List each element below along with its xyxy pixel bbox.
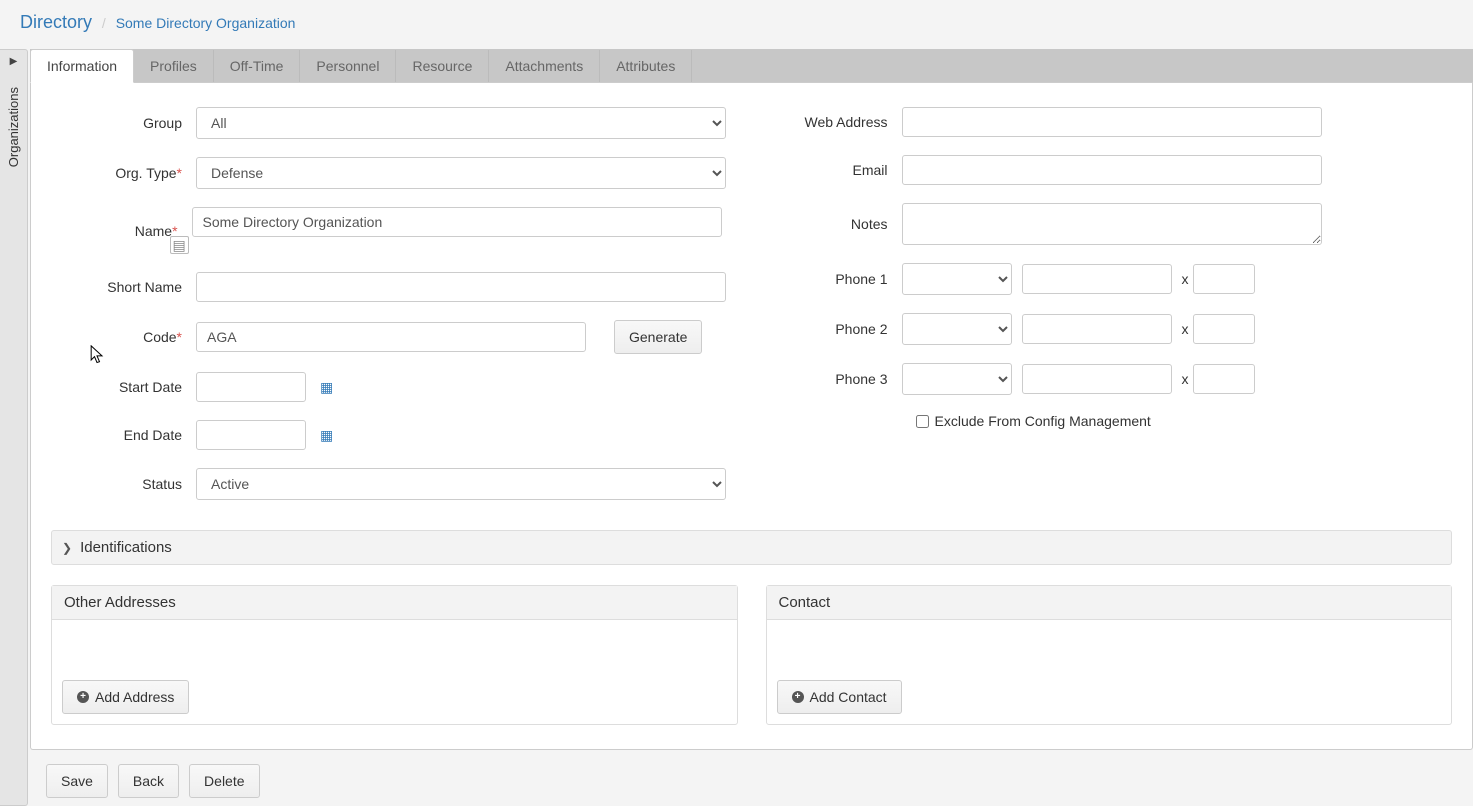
save-button[interactable]: Save xyxy=(46,764,108,798)
startdate-label: Start Date xyxy=(51,379,196,395)
phone1-label: Phone 1 xyxy=(772,271,902,287)
orgtype-label: Org. Type* xyxy=(51,165,196,181)
web-label: Web Address xyxy=(772,114,902,130)
enddate-field[interactable] xyxy=(196,420,306,450)
breadcrumb-directory-link[interactable]: Directory xyxy=(20,12,92,32)
shortname-label: Short Name xyxy=(51,279,196,295)
phone1-ext-label: x xyxy=(1182,271,1189,287)
plus-icon: + xyxy=(77,691,89,703)
tab-resource[interactable]: Resource xyxy=(396,50,489,82)
tab-attributes[interactable]: Attributes xyxy=(600,50,692,82)
chevron-right-icon: ❯ xyxy=(62,541,72,555)
enddate-label: End Date xyxy=(51,427,196,443)
shortname-field[interactable] xyxy=(196,272,726,302)
phone1-type-select[interactable] xyxy=(902,263,1012,295)
web-field[interactable] xyxy=(902,107,1322,137)
status-select[interactable]: Active xyxy=(196,468,726,500)
phone2-number-field[interactable] xyxy=(1022,314,1172,344)
breadcrumb: Directory / Some Directory Organization xyxy=(0,0,1473,49)
add-address-button[interactable]: + Add Address xyxy=(62,680,189,714)
startdate-field[interactable] xyxy=(196,372,306,402)
orgtype-select[interactable]: Defense xyxy=(196,157,726,189)
phone1-ext-field[interactable] xyxy=(1193,264,1255,294)
phone1-number-field[interactable] xyxy=(1022,264,1172,294)
tab-profiles[interactable]: Profiles xyxy=(134,50,214,82)
contact-panel: Contact + Add Contact xyxy=(766,585,1453,725)
phone2-ext-label: x xyxy=(1182,321,1189,337)
phone2-type-select[interactable] xyxy=(902,313,1012,345)
breadcrumb-separator: / xyxy=(102,15,106,31)
tab-panel-information: Group All Org. Type* Defense Name* xyxy=(30,83,1473,750)
calendar-icon[interactable]: ▦ xyxy=(320,427,333,444)
plus-icon: + xyxy=(792,691,804,703)
email-field[interactable] xyxy=(902,155,1322,185)
tab-information[interactable]: Information xyxy=(30,49,134,83)
add-contact-button[interactable]: + Add Contact xyxy=(777,680,902,714)
phone2-label: Phone 2 xyxy=(772,321,902,337)
identifications-title: Identifications xyxy=(80,539,172,556)
group-label: Group xyxy=(51,115,196,131)
notes-label: Notes xyxy=(772,216,902,232)
calendar-icon[interactable]: ▦ xyxy=(320,379,333,396)
back-button[interactable]: Back xyxy=(118,764,179,798)
tab-personnel[interactable]: Personnel xyxy=(300,50,396,82)
contact-card-icon[interactable]: ▤ xyxy=(170,236,189,254)
breadcrumb-org-link[interactable]: Some Directory Organization xyxy=(116,15,296,31)
contact-title: Contact xyxy=(767,586,1452,620)
generate-button[interactable]: Generate xyxy=(614,320,702,354)
action-bar: Save Back Delete xyxy=(30,750,1473,806)
phone3-type-select[interactable] xyxy=(902,363,1012,395)
other-addresses-panel: Other Addresses + Add Address xyxy=(51,585,738,725)
phone3-number-field[interactable] xyxy=(1022,364,1172,394)
group-select[interactable]: All xyxy=(196,107,726,139)
phone3-ext-field[interactable] xyxy=(1193,364,1255,394)
code-label: Code* xyxy=(51,329,196,345)
phone3-label: Phone 3 xyxy=(772,371,902,387)
delete-button[interactable]: Delete xyxy=(189,764,259,798)
side-panel-toggle[interactable]: ▶ Organizations xyxy=(0,49,28,806)
status-label: Status xyxy=(51,476,196,492)
email-label: Email xyxy=(772,162,902,178)
phone3-ext-label: x xyxy=(1182,371,1189,387)
exclude-config-label: Exclude From Config Management xyxy=(935,413,1151,429)
other-addresses-title: Other Addresses xyxy=(52,586,737,620)
expand-right-icon: ▶ xyxy=(10,56,18,67)
name-field[interactable] xyxy=(192,207,722,237)
identifications-section-toggle[interactable]: ❯ Identifications xyxy=(51,530,1452,565)
exclude-config-checkbox[interactable] xyxy=(916,415,929,428)
side-panel-label: Organizations xyxy=(6,87,21,167)
tab-attachments[interactable]: Attachments xyxy=(489,50,600,82)
phone2-ext-field[interactable] xyxy=(1193,314,1255,344)
notes-field[interactable] xyxy=(902,203,1322,245)
code-field[interactable] xyxy=(196,322,586,352)
tab-bar: Information Profiles Off-Time Personnel … xyxy=(30,49,1473,83)
tab-offtime[interactable]: Off-Time xyxy=(214,50,301,82)
